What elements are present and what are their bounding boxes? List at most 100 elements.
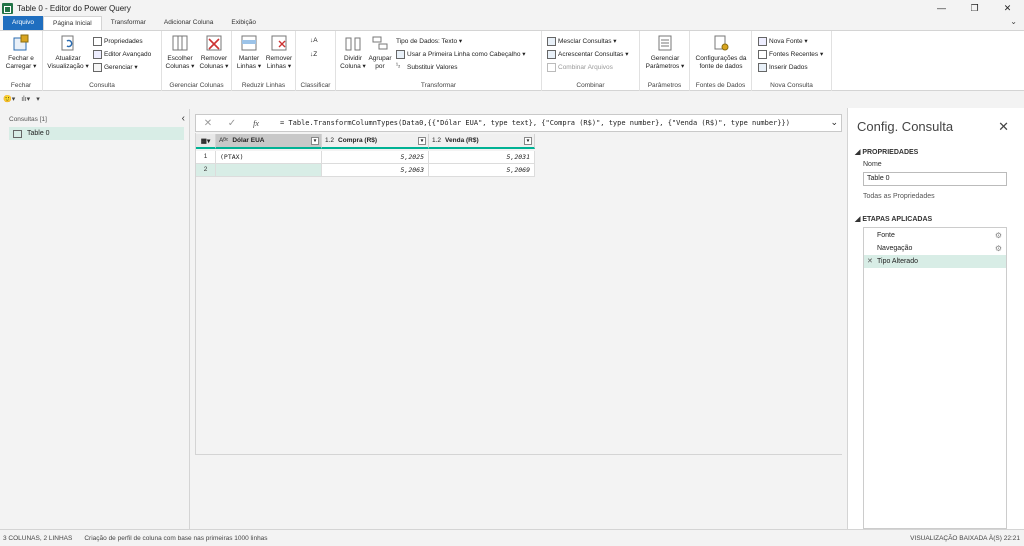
restore-button[interactable]: ❐ bbox=[958, 0, 991, 16]
properties-label: Propriedades bbox=[104, 37, 143, 45]
formula-input[interactable]: = Table.TransformColumnTypes(Data0,{{"Dó… bbox=[280, 119, 790, 127]
text-type-icon[interactable]: Aᴮᶜ bbox=[219, 137, 228, 144]
table-cell[interactable]: 5,2031 bbox=[429, 151, 535, 164]
filter-dropdown-icon[interactable]: ▾ bbox=[524, 137, 532, 145]
group-transformar: Dividir Coluna ▾ Agrupar por Tipo de Dad… bbox=[336, 31, 542, 91]
chart-icon[interactable]: ılı▾ bbox=[21, 95, 30, 103]
recent-sources-icon bbox=[758, 49, 767, 59]
applied-steps-header[interactable]: ◢ ETAPAS APLICADAS bbox=[855, 215, 932, 223]
sort-ascending-icon[interactable]: ↓A bbox=[310, 34, 318, 46]
tab-adicionar-coluna[interactable]: Adicionar Coluna bbox=[155, 16, 223, 30]
row-number[interactable]: 1 bbox=[196, 151, 216, 164]
data-type-label: Tipo de Dados: Texto ▾ bbox=[396, 38, 463, 45]
keep-rows-button[interactable]: Manter Linhas ▾ bbox=[234, 33, 264, 71]
chevron-down-icon[interactable]: ⌄ bbox=[1010, 17, 1017, 26]
minimize-button[interactable]: — bbox=[925, 0, 958, 16]
refresh-preview-button[interactable]: Atualizar Visualização ▾ bbox=[46, 33, 90, 71]
group-by-icon bbox=[370, 33, 390, 53]
menu-bar: Arquivo Página Inicial Transformar Adici… bbox=[0, 16, 1024, 30]
query-settings-pane: Config. Consulta ✕ ◢ PROPRIEDADES Nome T… bbox=[847, 108, 1024, 529]
close-button[interactable]: ✕ bbox=[991, 0, 1024, 16]
recent-sources-button[interactable]: Fontes Recentes ▾ bbox=[758, 48, 823, 60]
status-profiling[interactable]: Criação de perfil de coluna com base nas… bbox=[84, 535, 267, 542]
remove-columns-icon bbox=[204, 33, 224, 53]
remove-columns-button[interactable]: Remover Colunas ▾ bbox=[198, 33, 230, 71]
filter-dropdown-icon[interactable]: ▾ bbox=[311, 137, 319, 145]
query-name-input[interactable]: Table 0 bbox=[863, 172, 1007, 186]
split-column-button[interactable]: Dividir Coluna ▾ bbox=[338, 33, 368, 71]
append-queries-button[interactable]: Acrescentar Consultas ▾ bbox=[547, 48, 628, 60]
enter-data-label: Inserir Dados bbox=[769, 63, 808, 71]
table-cell[interactable]: 5,2063 bbox=[322, 164, 429, 177]
excel-app-icon bbox=[2, 2, 13, 14]
combine-files-label: Combinar Arquivos bbox=[558, 63, 613, 71]
column-header-compra[interactable]: 1.2 Compra (R$) ▾ bbox=[322, 134, 429, 149]
combine-files-button[interactable]: Combinar Arquivos bbox=[547, 61, 613, 73]
filter-dropdown-icon[interactable]: ▾ bbox=[418, 137, 426, 145]
sort-descending-icon[interactable]: ↓Z bbox=[310, 48, 317, 60]
replace-values-button[interactable]: ¹₂ Substituir Valores bbox=[396, 61, 457, 73]
table-cell[interactable]: (PTAX) bbox=[216, 151, 322, 164]
new-source-icon bbox=[758, 36, 767, 46]
group-combinar: Mesclar Consultas ▾ Acrescentar Consulta… bbox=[542, 31, 640, 91]
manage-label: Gerenciar ▾ bbox=[104, 64, 138, 71]
tab-pagina-inicial[interactable]: Página Inicial bbox=[43, 16, 102, 30]
close-load-icon bbox=[11, 33, 31, 53]
table-cell[interactable]: 5,2069 bbox=[429, 164, 535, 177]
properties-button[interactable]: Propriedades bbox=[93, 35, 143, 47]
gear-icon[interactable]: ⚙ bbox=[995, 229, 1002, 242]
delete-step-icon[interactable]: ✕ bbox=[867, 255, 873, 268]
tab-exibicao[interactable]: Exibição bbox=[222, 16, 265, 30]
cancel-formula-icon[interactable]: ✕ bbox=[196, 118, 220, 129]
merge-queries-button[interactable]: Mesclar Consultas ▾ bbox=[547, 35, 617, 47]
choose-columns-button[interactable]: Escolher Colunas ▾ bbox=[164, 33, 196, 71]
column-name-venda: Venda (R$) bbox=[445, 137, 479, 144]
tab-transformar[interactable]: Transformar bbox=[102, 16, 155, 30]
properties-section-header[interactable]: ◢ PROPRIEDADES bbox=[855, 148, 918, 156]
first-row-header-button[interactable]: Usar a Primeira Linha como Cabeçalho ▾ bbox=[396, 48, 526, 60]
column-header-venda[interactable]: 1.2 Venda (R$) ▾ bbox=[429, 134, 535, 149]
group-parametros: Gerenciar Parâmetros ▾ Parâmetros bbox=[640, 31, 690, 91]
confirm-formula-icon[interactable]: ✓ bbox=[220, 118, 244, 129]
table-menu-icon[interactable]: ▦▾ bbox=[196, 134, 216, 149]
enter-data-button[interactable]: Inserir Dados bbox=[758, 61, 808, 73]
group-by-button[interactable]: Agrupar por bbox=[366, 33, 394, 71]
tab-arquivo[interactable]: Arquivo bbox=[3, 16, 44, 30]
collapse-queries-icon[interactable]: ‹ bbox=[182, 113, 185, 124]
expand-formula-icon[interactable]: ⌄ bbox=[830, 117, 838, 128]
choose-columns-icon bbox=[170, 33, 190, 53]
data-type-dropdown[interactable]: Tipo de Dados: Texto ▾ bbox=[396, 35, 462, 47]
customize-toolbar-icon[interactable]: ▾ bbox=[36, 95, 40, 103]
fx-icon[interactable]: fx bbox=[244, 119, 268, 128]
step-navegacao[interactable]: Navegação ⚙ bbox=[864, 242, 1006, 255]
step-fonte[interactable]: Fonte ⚙ bbox=[864, 229, 1006, 242]
table-cell[interactable]: 5,2025 bbox=[322, 151, 429, 164]
manage-parameters-button[interactable]: Gerenciar Parâmetros ▾ bbox=[642, 33, 688, 71]
append-queries-label: Acrescentar Consultas ▾ bbox=[558, 51, 629, 58]
step-tipo-alterado[interactable]: ✕ Tipo Alterado bbox=[864, 255, 1006, 268]
queries-pane: Consultas [1] ‹ Table 0 bbox=[0, 109, 190, 529]
decimal-type-icon[interactable]: 1.2 bbox=[325, 137, 334, 144]
close-icon[interactable]: ✕ bbox=[998, 119, 1009, 135]
column-header-dolar[interactable]: Aᴮᶜ Dólar EUA ▾ bbox=[216, 134, 322, 149]
manage-button[interactable]: Gerenciar ▾ bbox=[93, 61, 138, 73]
remove-rows-button[interactable]: Remover Linhas ▾ bbox=[264, 33, 294, 71]
smiley-feedback-icon[interactable]: 🙂▾ bbox=[3, 95, 15, 103]
close-and-load-button[interactable]: Fechar e Carregar ▾ bbox=[2, 33, 40, 71]
keep-rows-icon bbox=[239, 33, 259, 53]
new-source-label: Nova Fonte ▾ bbox=[769, 38, 808, 45]
table-cell[interactable] bbox=[216, 164, 322, 177]
split-column-icon bbox=[343, 33, 363, 53]
gear-icon[interactable]: ⚙ bbox=[995, 242, 1002, 255]
data-source-settings-button[interactable]: Configurações da fonte de dados bbox=[692, 33, 750, 71]
status-bar: 3 COLUNAS, 2 LINHAS Criação de perfil de… bbox=[0, 529, 1024, 546]
query-item-table0[interactable]: Table 0 bbox=[9, 127, 184, 140]
column-name-dolar: Dólar EUA bbox=[232, 137, 265, 144]
power-query-editor: Table 0 - Editor do Power Query — ❐ ✕ Ar… bbox=[0, 0, 1024, 546]
advanced-editor-button[interactable]: Editor Avançado bbox=[93, 48, 151, 60]
group-label-combinar: Combinar bbox=[576, 82, 605, 89]
row-number[interactable]: 2 bbox=[196, 164, 216, 177]
new-source-button[interactable]: Nova Fonte ▾ bbox=[758, 35, 808, 47]
decimal-type-icon[interactable]: 1.2 bbox=[432, 137, 441, 144]
all-properties-link[interactable]: Todas as Propriedades bbox=[863, 193, 935, 200]
